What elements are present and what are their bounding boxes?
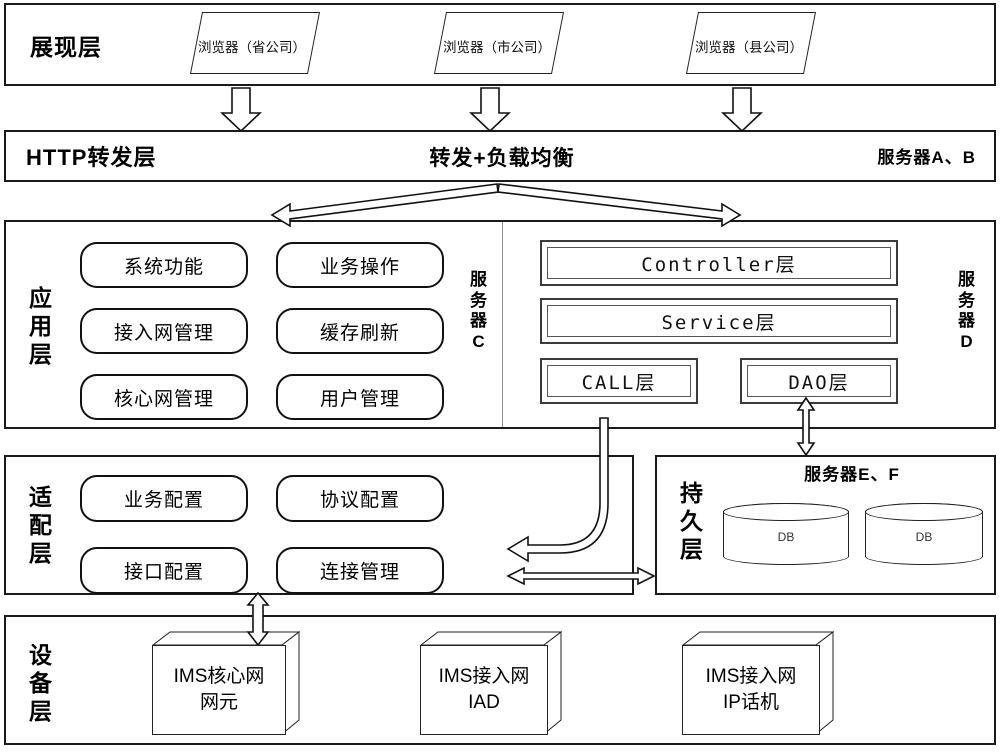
device-node-ims-access-iad[interactable]: IMS接入网 IAD bbox=[420, 631, 562, 735]
device-label-ims-access-iad: IMS接入网 IAD bbox=[420, 645, 548, 735]
stack-controller-layer[interactable]: Controller层 bbox=[540, 240, 898, 286]
architecture-diagram: 展现层 浏览器（省公司） 浏览器（市公司） 浏览器（县公司） HTTP转发层 转… bbox=[0, 0, 1000, 752]
browser-label-city: 浏览器（市公司） bbox=[443, 40, 551, 55]
app-module-access-network-mgmt[interactable]: 接入网管理 bbox=[80, 308, 248, 354]
stack-service-label: Service层 bbox=[547, 305, 891, 337]
adapter-module-business-config[interactable]: 业务配置 bbox=[80, 475, 248, 522]
adapter-module-protocol-config[interactable]: 协议配置 bbox=[276, 475, 444, 522]
presentation-layer-title: 展现层 bbox=[30, 34, 102, 60]
device-label-ims-core-network: IMS核心网 网元 bbox=[152, 645, 286, 735]
server-d-label: 服务器 D bbox=[958, 270, 976, 352]
browser-label-county: 浏览器（县公司） bbox=[695, 40, 803, 55]
persistence-layer: 持久层 服务器E、F DB DB bbox=[655, 455, 996, 595]
persistence-layer-title: 持久层 bbox=[680, 480, 704, 563]
device-node-ims-access-ip-phone[interactable]: IMS接入网 IP话机 bbox=[682, 631, 834, 735]
server-c-label: 服务器 C bbox=[470, 270, 488, 352]
device-layer: 设备层 IMS核心网 网元 IMS接入网 IAD IMS接入网 IP话机 bbox=[4, 615, 996, 745]
stack-controller-label: Controller层 bbox=[547, 247, 891, 279]
http-center-label: 转发+负载均衡 bbox=[429, 147, 575, 170]
adapter-module-connection-mgmt[interactable]: 连接管理 bbox=[276, 547, 444, 594]
app-module-user-mgmt[interactable]: 用户管理 bbox=[276, 374, 444, 420]
database-cap-1 bbox=[723, 503, 849, 521]
application-layer: 应用层 服务器 C 服务器 D 系统功能 接入网管理 核心网管理 业务操作 缓存… bbox=[4, 220, 996, 429]
database-label-2: DB bbox=[915, 530, 933, 544]
app-module-business-operation[interactable]: 业务操作 bbox=[276, 242, 444, 288]
database-cylinder-2: DB bbox=[865, 503, 983, 565]
application-layer-title: 应用层 bbox=[29, 285, 53, 368]
app-module-system-function[interactable]: 系统功能 bbox=[80, 242, 248, 288]
stack-service-layer[interactable]: Service层 bbox=[540, 298, 898, 344]
device-layer-title: 设备层 bbox=[29, 642, 53, 725]
http-server-label: 服务器A、B bbox=[877, 148, 976, 167]
device-label-ims-access-ip-phone: IMS接入网 IP话机 bbox=[682, 645, 820, 735]
persistence-server-label: 服务器E、F bbox=[804, 465, 900, 484]
device-node-ims-core-network[interactable]: IMS核心网 网元 bbox=[152, 631, 300, 735]
adapter-layer: 适配层 业务配置 协议配置 接口配置 连接管理 bbox=[4, 455, 634, 595]
database-cylinder-1: DB bbox=[723, 503, 849, 565]
server-section-divider bbox=[502, 222, 503, 427]
stack-call-layer[interactable]: CALL层 bbox=[540, 358, 698, 404]
arrow-browser-to-http-1 bbox=[219, 87, 263, 133]
app-module-core-network-mgmt[interactable]: 核心网管理 bbox=[80, 374, 248, 420]
arrow-browser-to-http-3 bbox=[720, 87, 764, 133]
app-module-cache-refresh[interactable]: 缓存刷新 bbox=[276, 308, 444, 354]
stack-dao-label: DAO层 bbox=[747, 365, 891, 397]
browser-label-province: 浏览器（省公司） bbox=[198, 40, 306, 55]
stack-call-label: CALL层 bbox=[547, 365, 691, 397]
http-forward-layer: HTTP转发层 转发+负载均衡 服务器A、B bbox=[4, 130, 996, 182]
arrow-browser-to-http-2 bbox=[468, 87, 512, 133]
adapter-module-interface-config[interactable]: 接口配置 bbox=[80, 547, 248, 594]
database-cap-2 bbox=[865, 503, 983, 521]
adapter-layer-title: 适配层 bbox=[29, 484, 53, 567]
database-label-1: DB bbox=[777, 530, 795, 544]
stack-dao-layer[interactable]: DAO层 bbox=[740, 358, 898, 404]
